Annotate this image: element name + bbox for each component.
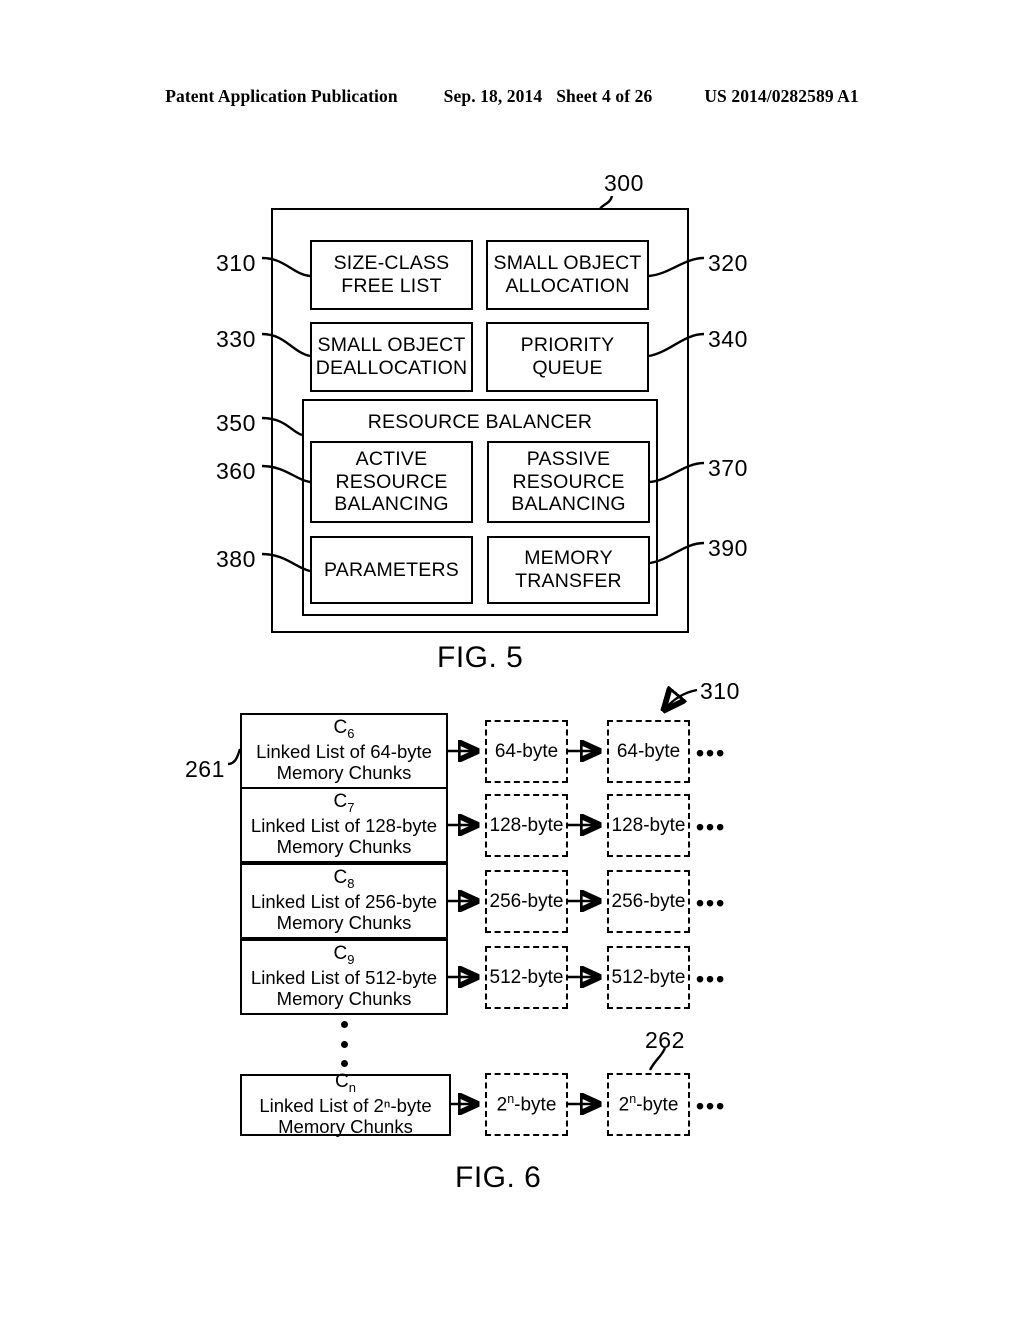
fig6-chunk-2n-byte-1: 2n-byte: [485, 1073, 568, 1136]
fig6-chunk-512-byte-2: 512-byte: [607, 946, 690, 1009]
fig6-ellipsis-row-1: •••: [696, 740, 727, 766]
fig5-box-size-class-free-list: SIZE-CLASS FREE LIST: [310, 240, 473, 310]
fig5-ref-320: 320: [708, 250, 748, 276]
fig5-box-parameters: PARAMETERS: [310, 536, 473, 604]
patent-drawing-page: Patent Application Publication Sep. 18, …: [0, 0, 1024, 1320]
fig6-chunk-512-byte-1: 512-byte: [485, 946, 568, 1009]
fig5-ref-330: 330: [216, 326, 256, 352]
fig6-chunk-64-byte-1: 64-byte: [485, 720, 568, 783]
fig5-box-parameters-label: PARAMETERS: [324, 558, 459, 581]
fig6-ellipsis-row-3: •••: [696, 890, 727, 916]
dot: [340, 1040, 348, 1048]
fig6-ellipsis-row-n: •••: [696, 1093, 727, 1119]
fig5-ref-310: 310: [216, 250, 256, 276]
fig5-box-memory-transfer: MEMORY TRANSFER: [487, 536, 650, 604]
fig5-ref-360: 360: [216, 458, 256, 484]
fig6-ellipsis-row-2: •••: [696, 814, 727, 840]
fig6-ellipsis-row-4: •••: [696, 966, 727, 992]
fig6-list-desc-c9: Linked List of 512-byte Memory Chunks: [250, 966, 438, 1010]
publication-date: Sep. 18, 2014: [443, 86, 543, 106]
fig6-chunk-2n-byte-2: 2n-byte: [607, 1073, 690, 1136]
fig5-box-memory-transfer-label: MEMORY TRANSFER: [515, 547, 622, 592]
fig5-box-priority-queue-label: PRIORITY QUEUE: [520, 334, 615, 379]
fig5-resource-balancer-title: RESOURCE BALANCER: [367, 411, 593, 433]
fig6-list-desc-c7: Linked List of 128-byte Memory Chunks: [250, 814, 438, 858]
sheet-number: Sheet 4 of 26: [556, 86, 653, 106]
dot: [340, 1021, 348, 1028]
fig5-ref-380: 380: [216, 546, 256, 572]
fig5-box-size-class-free-list-label: SIZE-CLASS FREE LIST: [333, 252, 450, 297]
fig5-box-passive-resource-balancing: PASSIVE RESOURCE BALANCING: [487, 441, 650, 523]
fig6-list-head-cn: Cn Linked List of 2ⁿ-byte Memory Chunks: [240, 1071, 451, 1138]
fig6-list-head-c7: C7 Linked List of 128-byte Memory Chunks: [240, 787, 448, 863]
fig6-list-desc-c8: Linked List of 256-byte Memory Chunks: [250, 890, 438, 934]
fig6-ref-262: 262: [645, 1027, 685, 1053]
fig5-box-small-object-allocation: SMALL OBJECT ALLOCATION: [486, 240, 649, 310]
publication-title: Patent Application Publication: [165, 86, 398, 106]
fig5-caption: FIG. 5: [437, 641, 524, 674]
fig5-box-small-object-deallocation: SMALL OBJECT DEALLOCATION: [310, 322, 473, 392]
fig6-class-label-c8: C8: [333, 867, 355, 891]
fig5-box-small-object-allocation-label: SMALL OBJECT ALLOCATION: [493, 252, 642, 297]
fig5-ref-340: 340: [708, 326, 748, 352]
fig5-ref-390: 390: [708, 535, 748, 561]
fig6-chunk-256-byte-2: 256-byte: [607, 870, 690, 933]
fig6-ref-261: 261: [185, 756, 225, 782]
fig5-box-small-object-deallocation-label: SMALL OBJECT DEALLOCATION: [315, 334, 468, 379]
fig5-ref-370: 370: [708, 455, 748, 481]
fig6-class-label-c9: C9: [333, 943, 355, 967]
fig6-class-label-cn: Cn: [335, 1071, 356, 1095]
publication-number: US 2014/0282589 A1: [704, 86, 859, 106]
fig6-list-head-c9: C9 Linked List of 512-byte Memory Chunks: [240, 939, 448, 1015]
fig6-chunk-64-byte-2: 64-byte: [607, 720, 690, 783]
fig5-box-active-resource-balancing: ACTIVE RESOURCE BALANCING: [310, 441, 473, 523]
fig6-class-label-c7: C7: [333, 791, 355, 815]
fig5-ref-300: 300: [604, 170, 644, 196]
fig5-box-priority-queue: PRIORITY QUEUE: [486, 322, 649, 392]
fig6-ref-310: 310: [700, 678, 740, 704]
fig6-class-label-c6: C6: [333, 717, 355, 741]
fig5-box-passive-resource-balancing-label: PASSIVE RESOURCE BALANCING: [511, 448, 626, 516]
dot: [340, 1060, 348, 1067]
fig6-list-head-c8: C8 Linked List of 256-byte Memory Chunks: [240, 863, 448, 939]
fig6-list-desc-c6: Linked List of 64-byte Memory Chunks: [256, 740, 432, 784]
fig6-caption: FIG. 6: [455, 1161, 542, 1194]
fig6-list-head-c6: C6 Linked List of 64-byte Memory Chunks: [240, 713, 448, 789]
fig5-box-active-resource-balancing-label: ACTIVE RESOURCE BALANCING: [334, 448, 449, 516]
fig6-chunk-256-byte-1: 256-byte: [485, 870, 568, 933]
fig6-chunk-128-byte-2: 128-byte: [607, 794, 690, 857]
publication-header: Patent Application Publication Sep. 18, …: [0, 86, 1024, 107]
fig6-vertical-ellipsis: [340, 1021, 348, 1067]
fig6-chunk-128-byte-1: 128-byte: [485, 794, 568, 857]
fig5-ref-350: 350: [216, 410, 256, 436]
fig6-list-desc-cn: Linked List of 2ⁿ-byte Memory Chunks: [259, 1094, 432, 1138]
